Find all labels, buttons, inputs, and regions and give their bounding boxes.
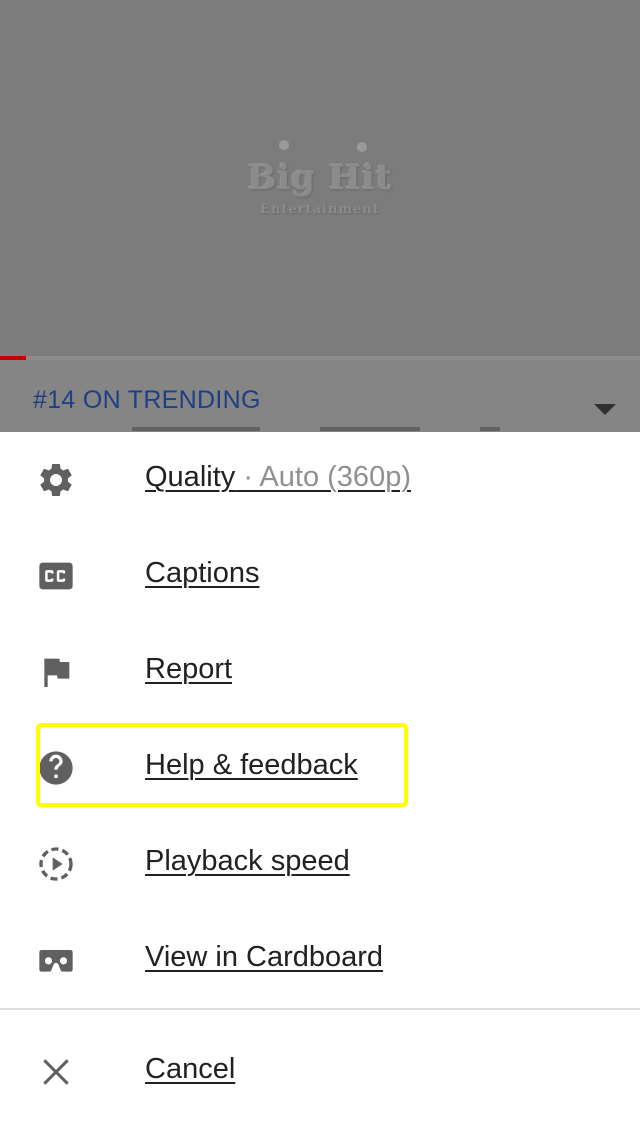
logo-dot [357,142,367,152]
menu-item-cancel[interactable]: Cancel [0,1024,640,1120]
closed-captions-icon [39,562,73,590]
logo-dot [279,140,289,150]
captions-label: Captions [145,557,260,589]
view-in-cardboard-label: View in Cardboard [145,941,384,973]
video-info-strip: #14 ON TRENDING [0,360,640,432]
menu-divider [0,1008,640,1010]
trending-badge[interactable]: #14 ON TRENDING [33,386,261,415]
menu-item-quality[interactable]: Quality · Auto (360p) [0,432,640,528]
channel-logo: Big Hit Entertainment [245,138,395,228]
video-player[interactable]: Big Hit Entertainment [0,0,640,358]
menu-item-help-feedback[interactable]: Help & feedback [0,720,640,816]
menu-item-label: Quality · Auto (360p) [145,461,411,494]
report-label: Report [145,653,233,685]
close-icon [43,1059,69,1085]
quality-label: Quality [145,461,236,493]
menu-item-playback-speed[interactable]: Playback speed [0,816,640,912]
cancel-label: Cancel [145,1053,236,1085]
quality-current-value: · Auto (360p) [235,461,411,493]
logo-text: Big Hit [247,158,393,198]
playback-speed-icon [39,847,73,881]
help-feedback-label: Help & feedback [145,749,358,781]
help-icon [39,751,73,785]
logo-subtext: Entertainment [260,202,380,217]
cardboard-vr-icon [39,950,73,972]
menu-item-captions[interactable]: Captions [0,528,640,624]
menu-item-view-in-cardboard[interactable]: View in Cardboard [0,912,640,1008]
flag-icon [44,658,70,687]
playback-speed-label: Playback speed [145,845,350,877]
video-title-cut [100,422,500,432]
gear-icon [40,464,72,496]
expand-description-icon[interactable] [594,404,616,415]
menu-item-report[interactable]: Report [0,624,640,720]
